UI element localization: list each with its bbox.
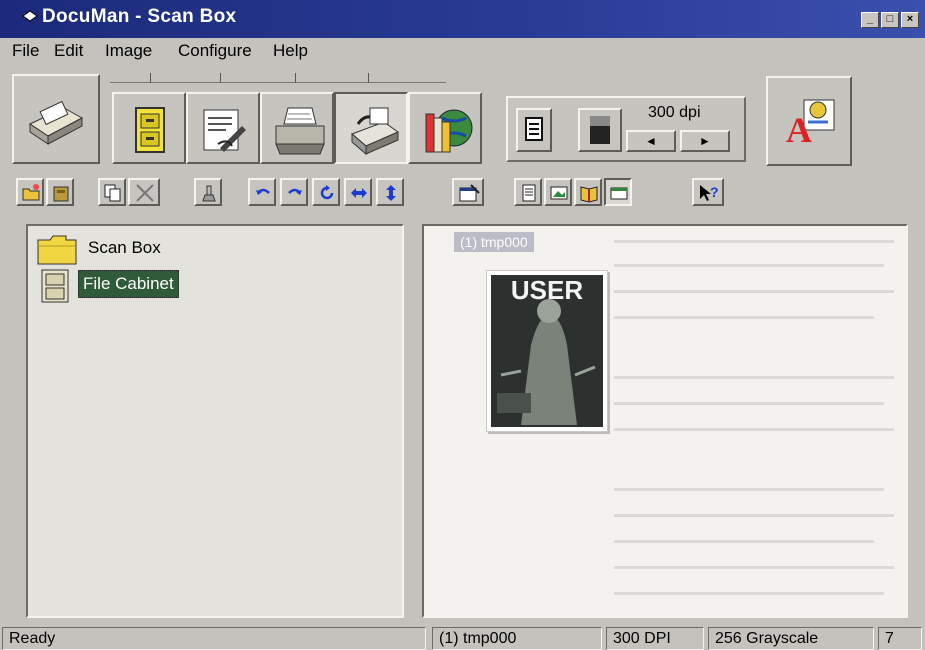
menu-edit[interactable]: Edit xyxy=(54,41,83,61)
edit-document-icon xyxy=(203,109,246,152)
dpi-increase-button[interactable]: ► xyxy=(680,130,730,152)
properties-button[interactable] xyxy=(452,178,484,206)
menu-help[interactable]: Help xyxy=(273,41,308,61)
menu-image[interactable]: Image xyxy=(105,41,152,61)
cabinet-icon xyxy=(41,269,69,303)
new-folder-icon xyxy=(22,184,40,201)
fax-button[interactable] xyxy=(334,92,408,164)
document-thumbnail[interactable]: USER xyxy=(486,270,608,432)
file-cabinet-button[interactable] xyxy=(112,92,186,164)
globe-books-icon xyxy=(425,109,473,153)
status-dpi: 300 DPI xyxy=(606,627,704,650)
magazine-title: USER xyxy=(511,275,583,305)
help-icon: ? xyxy=(700,184,719,201)
status-bar: Ready (1) tmp000 300 DPI 256 Grayscale 7 xyxy=(0,625,925,650)
app-icon xyxy=(22,10,38,22)
window-title: DocuMan - Scan Box xyxy=(42,6,237,27)
book-view-button[interactable] xyxy=(574,178,602,206)
status-color-mode: 256 Grayscale xyxy=(708,627,874,650)
folder-icon xyxy=(37,235,77,265)
thumbnail-label: (1) tmp000 xyxy=(454,232,534,252)
menu-configure[interactable]: Configure xyxy=(178,41,252,61)
printer-icon xyxy=(275,107,325,155)
page-view-button[interactable] xyxy=(514,178,542,206)
scanner-icon xyxy=(28,100,84,145)
dpi-label: 300 dpi xyxy=(648,104,701,121)
menu-bar: File Edit Image Configure Help xyxy=(0,38,925,64)
folder-icon xyxy=(53,186,69,202)
help-button[interactable]: ? xyxy=(692,178,724,206)
undo-button[interactable] xyxy=(248,178,276,206)
minimize-button[interactable]: _ xyxy=(861,12,879,28)
copy-button[interactable] xyxy=(98,178,126,206)
scanner-button[interactable] xyxy=(12,74,100,164)
folder-button[interactable] xyxy=(46,178,74,206)
status-count: 7 xyxy=(878,627,922,650)
document-mode-icon xyxy=(525,117,543,141)
status-ready: Ready xyxy=(2,627,426,650)
copy-icon xyxy=(104,184,121,202)
globe-books-button[interactable] xyxy=(408,92,482,164)
tree-item-scan-box[interactable]: Scan Box xyxy=(88,238,161,258)
tree-item-file-cabinet[interactable]: File Cabinet xyxy=(78,270,179,298)
printer-button[interactable] xyxy=(260,92,334,164)
thumbnail-view-icon xyxy=(550,186,568,200)
new-folder-button[interactable] xyxy=(16,178,44,206)
book-view-icon xyxy=(580,186,598,203)
grayscale-button[interactable] xyxy=(578,108,622,152)
thumbnail-view-button[interactable] xyxy=(544,178,572,206)
redo-icon xyxy=(288,188,302,195)
close-button[interactable]: × xyxy=(901,12,919,28)
title-bar: DocuMan - Scan Box _ □ × xyxy=(0,0,925,38)
rotate-icon xyxy=(320,185,334,200)
folder-tree-pane[interactable]: Scan Box File Cabinet xyxy=(26,224,404,618)
dpi-decrease-button[interactable]: ◄ xyxy=(626,130,676,152)
maximize-button[interactable]: □ xyxy=(881,12,899,28)
rotate-button[interactable] xyxy=(312,178,340,206)
document-mode-button[interactable] xyxy=(516,108,552,152)
stamp-button[interactable] xyxy=(194,178,222,206)
edit-document-button[interactable] xyxy=(186,92,260,164)
undo-icon xyxy=(256,188,270,195)
svg-text:?: ? xyxy=(710,184,719,200)
window-view-button[interactable] xyxy=(604,178,632,206)
ocr-button[interactable]: A xyxy=(766,76,852,166)
document-preview-pane[interactable]: (1) tmp000 USER xyxy=(422,224,908,618)
flip-horizontal-icon xyxy=(351,188,367,198)
delete-icon xyxy=(136,184,154,202)
redo-button[interactable] xyxy=(280,178,308,206)
flip-vertical-icon xyxy=(386,185,396,201)
stamp-icon xyxy=(202,185,216,202)
flip-horizontal-button[interactable] xyxy=(344,178,372,206)
status-file: (1) tmp000 xyxy=(432,627,602,650)
flip-vertical-button[interactable] xyxy=(376,178,404,206)
fax-icon xyxy=(351,107,400,156)
svg-text:A: A xyxy=(786,110,812,150)
properties-icon xyxy=(459,184,480,202)
page-view-icon xyxy=(522,184,536,202)
ocr-icon: A xyxy=(786,99,835,150)
toolbar-ruler xyxy=(110,70,446,83)
delete-button[interactable] xyxy=(128,178,160,206)
grayscale-icon xyxy=(590,116,610,144)
file-cabinet-icon xyxy=(135,107,165,153)
magazine-cover-image: USER xyxy=(491,275,603,427)
menu-file[interactable]: File xyxy=(12,41,39,61)
window-view-icon xyxy=(610,187,628,200)
